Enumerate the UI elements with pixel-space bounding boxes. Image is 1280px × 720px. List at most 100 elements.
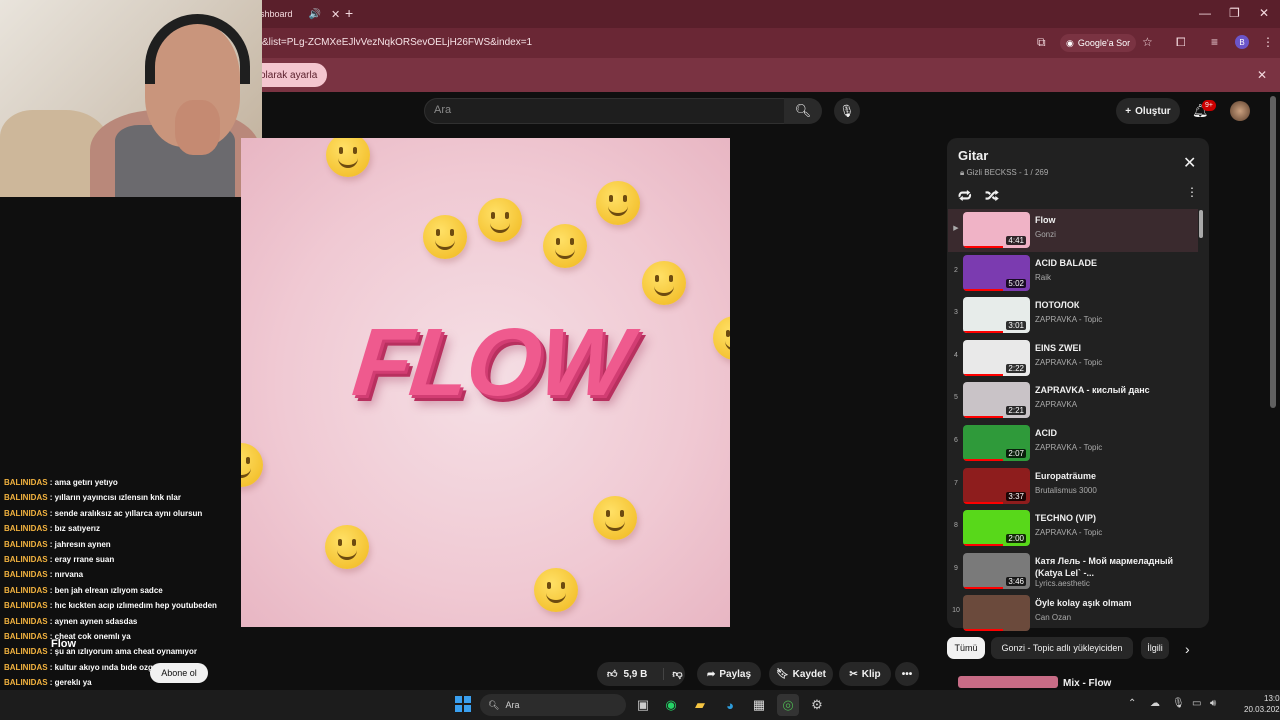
steam-icon[interactable]: ⚙	[806, 694, 828, 716]
loop-icon[interactable]: 🔁︎	[958, 185, 972, 206]
playlist-item-title[interactable]: ACID BALADE	[1035, 257, 1195, 269]
lock-icon: 🔒︎	[960, 168, 965, 177]
playlist-item-title[interactable]: Катя Лель - Мой мармеладный (Katya Lel` …	[1035, 555, 1195, 579]
playlist-item-title[interactable]: Öyle kolay aşık olmam	[1035, 597, 1195, 609]
create-button[interactable]: + Oluştur	[1116, 98, 1180, 124]
speaker-icon[interactable]: 🔊	[309, 9, 321, 20]
task-view-icon[interactable]: ▣	[632, 694, 654, 716]
mix-title[interactable]: Mix - Flow	[1063, 678, 1111, 689]
avatar[interactable]	[1230, 101, 1250, 121]
close-window-icon[interactable]: ✕	[1259, 6, 1269, 20]
subscribe-button[interactable]: Abone ol	[150, 663, 208, 683]
network-icon[interactable]: ▭	[1192, 698, 1201, 709]
chrome-icon[interactable]: ◎	[777, 694, 799, 716]
store-icon[interactable]: ▦	[748, 694, 770, 716]
playlist-item-channel[interactable]: Lyrics.aesthetic	[1035, 579, 1090, 588]
playlist-item[interactable]: 3 3:01 ПОТОЛОК ZAPRAVKA - Topic	[948, 294, 1198, 337]
playlist-item-title[interactable]: Flow	[1035, 214, 1195, 226]
like-button[interactable]: 👍︎ 5,9 B 👎︎	[597, 662, 685, 686]
playlist-item-title[interactable]: ACID	[1035, 427, 1195, 439]
chip-all[interactable]: Tümü	[947, 637, 985, 659]
share-button[interactable]: ➦ Paylaş	[697, 662, 761, 686]
playlist-item[interactable]: 7 3:37 Europaträume Brutalismus 3000	[948, 465, 1198, 508]
thumbs-down-icon[interactable]: 👎︎	[663, 668, 683, 680]
playlist-item-title[interactable]: ZAPRAVKA - кислый данс	[1035, 384, 1195, 396]
extensions-icon[interactable]: ⧠	[1176, 35, 1186, 50]
media-control-icon[interactable]: ≡	[1211, 35, 1218, 49]
save-button[interactable]: 🔖︎ Kaydet	[769, 662, 833, 686]
playlist-item-thumbnail[interactable]: 2:00	[963, 510, 1030, 547]
close-tab-icon[interactable]: ✕	[331, 8, 340, 21]
restore-icon[interactable]: ❐	[1229, 6, 1240, 20]
playlist-item-title[interactable]: TECHNO (VIP)	[1035, 512, 1195, 524]
playlist-more-icon[interactable]: ⋮	[1186, 185, 1198, 199]
browser-menu-icon[interactable]: ⋮	[1262, 35, 1274, 49]
playlist-item-channel[interactable]: ZAPRAVKA - Topic	[1035, 358, 1102, 367]
shuffle-icon[interactable]: 🔀︎	[985, 185, 999, 206]
minimize-icon[interactable]: —	[1199, 6, 1211, 20]
taskbar-search[interactable]: 🔍︎ Ara	[480, 694, 626, 716]
windows-start-icon[interactable]	[455, 696, 471, 712]
mic-tray-icon[interactable]: 🎙︎	[1172, 698, 1185, 709]
mix-thumbnail[interactable]	[958, 676, 1058, 688]
playlist-item-thumbnail[interactable]: 3:46	[963, 552, 1030, 589]
playlist-item-channel[interactable]: Gonzi	[1035, 230, 1056, 239]
playlist-item-thumbnail[interactable]: 2:07	[963, 425, 1030, 461]
playlist-item-thumbnail[interactable]: 2:22	[963, 339, 1030, 376]
close-icon[interactable]: ✕	[1183, 153, 1196, 173]
file-explorer-icon[interactable]: ▰	[689, 694, 711, 716]
voice-search-button[interactable]: 🎙︎	[834, 98, 860, 124]
playlist-item-title[interactable]: ПОТОЛОК	[1035, 299, 1195, 311]
chip-related[interactable]: İlgili	[1141, 637, 1169, 659]
playlist-item-channel[interactable]: ZAPRAVKA - Topic	[1035, 528, 1102, 537]
search-button[interactable]: 🔍︎	[784, 98, 822, 124]
playlist-item[interactable]: 9 3:46 Катя Лель - Мой мармеладный (Katya …	[948, 550, 1198, 593]
playlist-item[interactable]: 4 2:22 EINS ZWEI ZAPRAVKA - Topic	[948, 337, 1198, 380]
playlist-item[interactable]: ▶ 4:41 Flow Gonzi	[948, 209, 1198, 252]
playlist-item-thumbnail[interactable]: 4:41	[963, 212, 1030, 248]
playlist-item-channel[interactable]: ZAPRAVKA	[1035, 400, 1077, 409]
url-text[interactable]: &list=PLg-ZCMXeEJlvVezNqkORSevOELjH26FWS…	[262, 37, 532, 48]
video-player[interactable]: FLOW	[241, 138, 730, 627]
playlist-item-thumbnail[interactable]	[963, 595, 1030, 632]
system-clock[interactable]: 13:06 20.03.2026	[1244, 693, 1280, 715]
new-tab-button[interactable]: +	[345, 5, 353, 21]
watch-progress-bar	[963, 501, 1004, 504]
chevron-right-icon[interactable]: ›	[1185, 641, 1190, 657]
playlist-item-title[interactable]: Europaträume	[1035, 470, 1195, 482]
chat-message: BALINIDAS : kultur akıyo ında bıde ozgu …	[4, 663, 244, 678]
clip-button[interactable]: ✂ Klip	[839, 662, 891, 686]
playlist-scrollbar[interactable]	[1199, 210, 1203, 238]
more-actions-button[interactable]: •••	[895, 662, 919, 686]
playlist-item-channel[interactable]: ZAPRAVKA - Topic	[1035, 315, 1102, 324]
playlist-title[interactable]: Gitar	[958, 148, 988, 163]
search-input[interactable]	[424, 98, 786, 124]
playlist-item-channel[interactable]: Brutalismus 3000	[1035, 486, 1097, 495]
playlist-item[interactable]: 8 2:00 TECHNO (VIP) ZAPRAVKA - Topic	[948, 507, 1198, 550]
playlist-item[interactable]: 6 2:07 ACID ZAPRAVKA - Topic	[948, 422, 1198, 465]
cloud-icon[interactable]: ☁	[1150, 698, 1160, 709]
chip-gonzi-topic[interactable]: Gonzi - Topic adlı yükleyiciden	[991, 637, 1133, 659]
edge-icon[interactable]: ◕	[719, 694, 741, 716]
volume-icon[interactable]: 🔊︎	[1210, 698, 1216, 709]
google-ask-button[interactable]: ◉ Google'a Sor	[1060, 34, 1137, 52]
playlist-item[interactable]: 5 2:21 ZAPRAVKA - кислый данс ZAPRAVKA	[948, 379, 1198, 422]
cast-icon[interactable]: ⧉	[1037, 35, 1046, 50]
playlist-item-title[interactable]: EINS ZWEI	[1035, 342, 1195, 354]
playlist-item-thumbnail[interactable]: 5:02	[963, 254, 1030, 291]
playlist-item-channel[interactable]: Can Ozan	[1035, 613, 1071, 622]
playlist-item[interactable]: 2 5:02 ACID BALADE Raik	[948, 252, 1198, 295]
info-bar-close-icon[interactable]: ✕	[1257, 68, 1267, 82]
playlist-item-channel[interactable]: ZAPRAVKA - Topic	[1035, 443, 1102, 452]
whatsapp-icon[interactable]: ◉	[660, 694, 682, 716]
playlist-item-thumbnail[interactable]: 3:01	[963, 297, 1030, 334]
browser-profile-avatar[interactable]: B	[1235, 35, 1249, 49]
tray-chevron-icon[interactable]: ⌃	[1128, 698, 1136, 709]
page-scrollbar[interactable]	[1270, 96, 1276, 408]
playlist-item-channel[interactable]: Raik	[1035, 273, 1051, 282]
playlist-item-thumbnail[interactable]: 2:21	[963, 382, 1030, 419]
playlist-item[interactable]: 10 Öyle kolay aşık olmam Can Ozan	[948, 592, 1198, 635]
playlist-item-thumbnail[interactable]: 3:37	[963, 467, 1030, 504]
bookmark-star-icon[interactable]: ☆	[1142, 35, 1153, 49]
chat-message: BALINIDAS : nırvana	[4, 570, 244, 585]
